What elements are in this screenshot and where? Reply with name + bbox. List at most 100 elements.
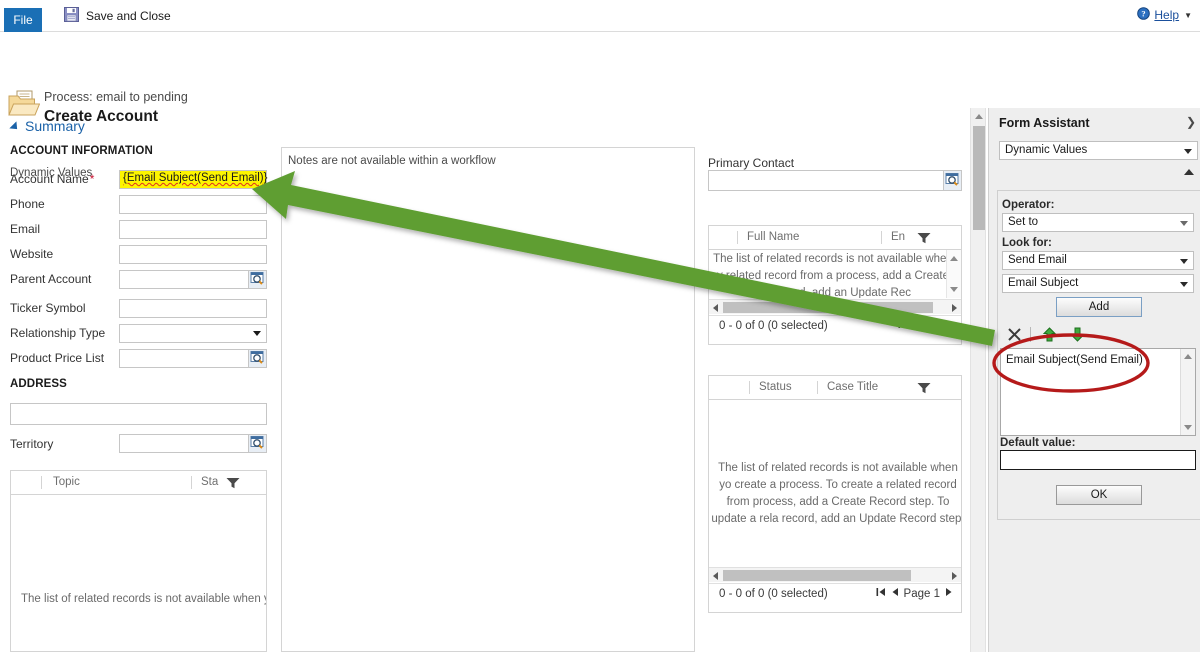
contact-grid-vscrollbar[interactable] [946,250,961,298]
address-street-input[interactable] [10,403,267,425]
field-label-relationship-type: Relationship Type [10,326,106,340]
save-and-close-label: Save and Close [86,9,171,23]
scroll-right-icon[interactable] [952,304,957,312]
look-for-entity-select[interactable]: Send Email [1002,251,1194,270]
summary-section-toggle[interactable]: Summary [9,118,85,134]
page-scroll-thumb[interactable] [973,126,985,230]
chevron-down-icon: ▼ [1184,10,1192,20]
scroll-up-icon[interactable] [1184,354,1192,359]
field-label-territory: Territory [10,437,54,451]
field-label-parent-account: Parent Account [10,272,92,286]
look-for-field-select[interactable]: Email Subject [1002,274,1194,293]
add-button[interactable]: Add [1056,297,1142,317]
territory-input[interactable] [119,434,267,453]
green-up-arrow-icon[interactable] [1042,327,1057,345]
previous-page-icon[interactable] [913,319,921,332]
first-page-icon[interactable] [876,587,886,600]
lookup-search-icon[interactable] [248,435,266,452]
scroll-down-icon[interactable] [1184,425,1192,430]
page-vertical-scrollbar[interactable] [970,108,986,652]
case-grid-pager[interactable]: Page 1 [876,587,953,600]
lookup-search-icon[interactable] [248,271,266,288]
scroll-left-icon[interactable] [713,572,718,580]
column-header-entity[interactable]: En [891,231,905,243]
account-name-value: {Email Subject(Send Email)} [123,172,268,184]
chevron-down-icon [1180,221,1188,226]
email-input[interactable] [119,220,267,239]
save-and-close-button[interactable]: Save and Close [60,5,175,27]
field-label-phone: Phone [10,197,45,211]
case-related-grid: Status Case Title The list of related re… [708,375,962,613]
column-header-topic[interactable]: Topic [53,476,80,488]
topic-related-grid: Topic Sta The list of related records is… [10,470,267,652]
operator-value: Set to [1008,216,1039,228]
previous-page-icon[interactable] [891,587,899,600]
case-grid-header: Status Case Title [709,376,961,400]
account-name-input[interactable]: {Email Subject(Send Email)} [119,170,267,189]
form-assistant-type-select[interactable]: Dynamic Values [999,141,1198,160]
file-tab[interactable]: File [4,8,42,32]
green-down-arrow-icon[interactable] [1070,327,1085,345]
column-header-case-title[interactable]: Case Title [827,381,878,393]
column-header-full-name[interactable]: Full Name [747,231,799,243]
help-label-text: Help [1154,8,1180,22]
chevron-right-icon[interactable]: ❯ [1186,115,1196,129]
look-for-entity-value: Send Email [1008,254,1067,266]
account-information-header: ACCOUNT INFORMATION [10,145,153,157]
scroll-up-icon[interactable] [950,256,958,261]
first-page-icon[interactable] [898,319,908,332]
scroll-right-icon[interactable] [952,572,957,580]
ticker-symbol-input[interactable] [119,299,267,318]
contact-grid-pager[interactable]: Page [898,319,953,332]
operator-label: Operator: [1002,199,1055,211]
column-header-status[interactable]: Status [759,381,792,393]
product-price-list-input[interactable] [119,349,267,368]
next-page-icon[interactable] [945,587,953,600]
relationship-type-dropdown[interactable] [119,324,267,343]
contact-grid-record-count: 0 - 0 of 0 (0 selected) [719,320,828,332]
lookup-search-icon[interactable] [943,171,961,190]
chevron-down-icon [1184,149,1192,154]
website-input[interactable] [119,245,267,264]
ok-button[interactable]: OK [1056,485,1142,505]
case-grid-record-count: 0 - 0 of 0 (0 selected) [719,588,828,600]
chevron-up-icon[interactable] [1184,169,1194,175]
field-label-primary-contact: Primary Contact [708,156,795,170]
scroll-left-icon[interactable] [713,304,718,312]
list-vertical-scrollbar[interactable] [1180,349,1195,435]
contact-grid-empty-message: The list of related records is not avail… [713,253,953,298]
dynamic-values-section-label: Dynamic Values [10,167,93,179]
process-header: Process: email to pending Create Account [0,33,1200,125]
primary-contact-input[interactable] [708,170,962,191]
contact-grid-footer: 0 - 0 of 0 (0 selected) Page [709,315,961,337]
case-grid-hscrollbar[interactable] [709,567,961,582]
scroll-down-icon[interactable] [950,287,958,292]
funnel-filter-icon[interactable] [917,232,931,247]
look-for-label: Look for: [1002,237,1052,249]
help-label: Help [1154,8,1179,22]
funnel-filter-icon[interactable] [917,382,931,397]
topic-grid-body: The list of related records is not avail… [11,495,266,652]
case-grid-body: The list of related records is not avail… [709,400,961,566]
scroll-up-icon[interactable] [975,114,983,119]
operator-select[interactable]: Set to [1002,213,1194,232]
process-subtitle: Process: email to pending [44,90,188,104]
notes-panel: Notes are not available within a workflo… [281,147,695,652]
hscroll-thumb[interactable] [723,302,933,313]
default-value-input[interactable] [1000,450,1196,470]
contact-grid-hscrollbar[interactable] [709,299,961,314]
chevron-down-icon [1180,282,1188,287]
phone-input[interactable] [119,195,267,214]
help-button[interactable]: ? Help ▼ [1137,7,1192,23]
lookup-search-icon[interactable] [248,350,266,367]
ribbon-bar: File Save and Close ? Help ▼ [0,0,1200,32]
column-header-status[interactable]: Sta [201,476,218,488]
funnel-filter-icon[interactable] [226,477,240,492]
dynamic-values-list[interactable]: Email Subject(Send Email) [1000,348,1196,436]
field-label-product-price-list: Product Price List [10,351,105,365]
parent-account-input[interactable] [119,270,267,289]
list-item[interactable]: Email Subject(Send Email) [1006,354,1143,366]
triangle-collapse-icon [9,120,21,133]
delete-x-icon[interactable] [1006,326,1023,346]
hscroll-thumb[interactable] [723,570,911,581]
